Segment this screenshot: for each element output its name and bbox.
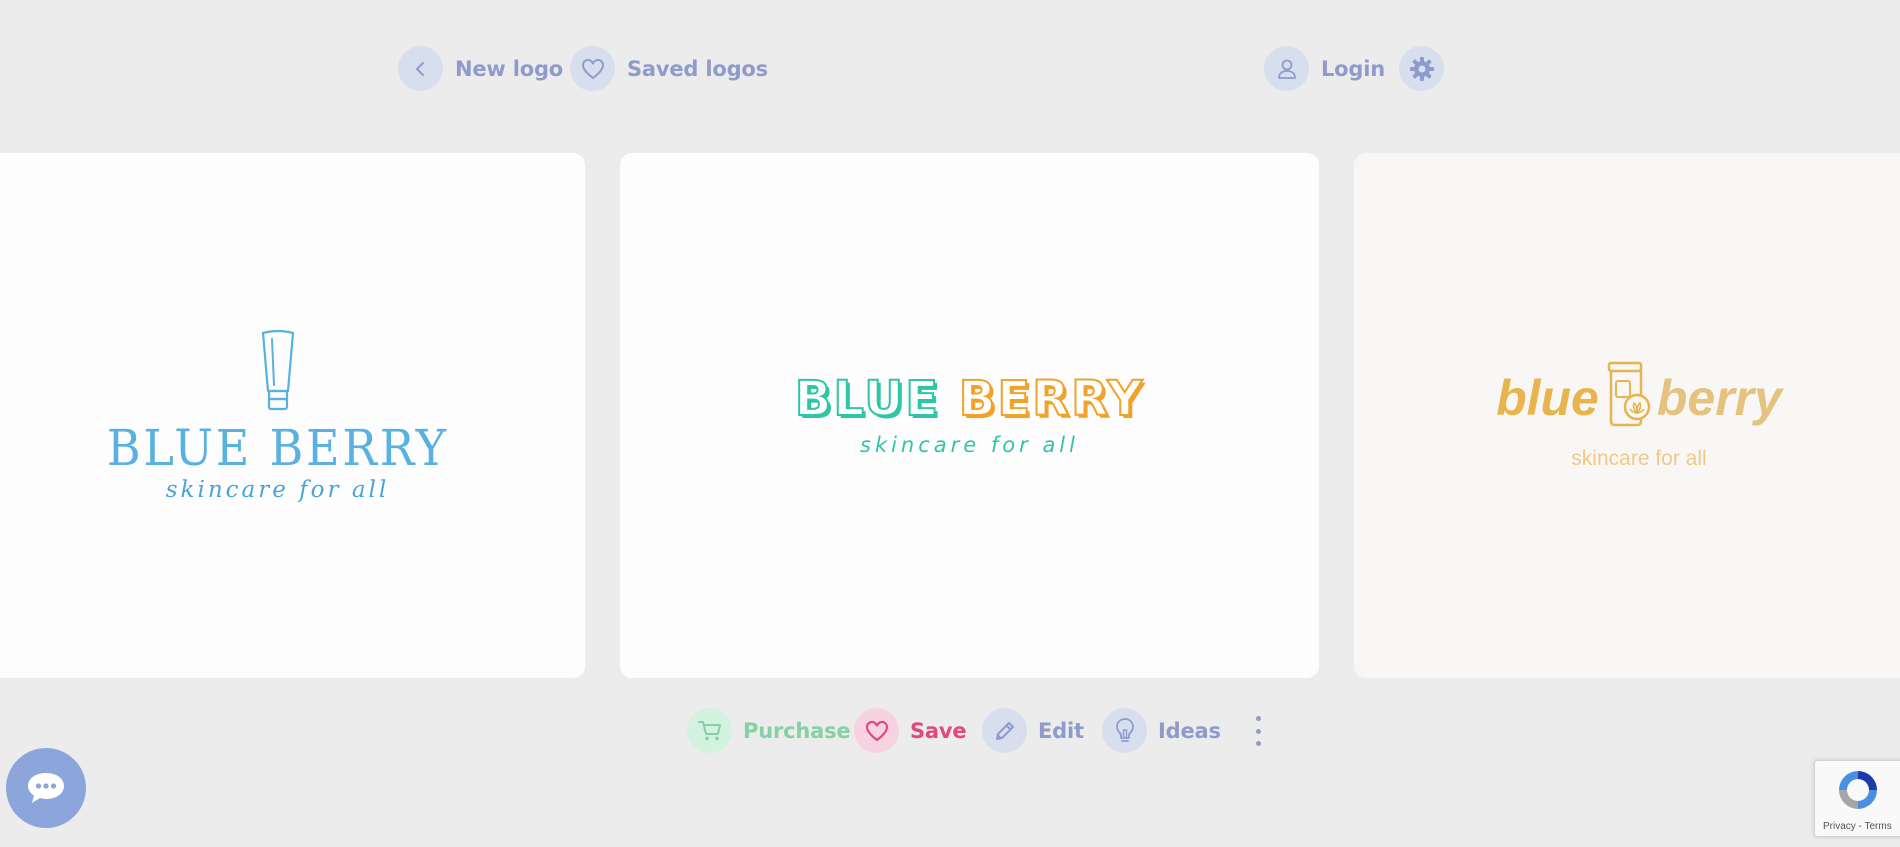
save-label: Save [910, 718, 967, 743]
save-button[interactable]: Save [854, 708, 967, 753]
edit-label: Edit [1038, 718, 1084, 743]
edit-button[interactable]: Edit [982, 708, 1084, 753]
logo-preview: BLUE BERRY skincare for all [794, 374, 1144, 457]
settings-button[interactable] [1399, 46, 1444, 91]
new-logo-label: New logo [455, 56, 564, 81]
recaptcha-icon [1839, 771, 1877, 809]
top-navigation: New logo Saved logos Login [0, 45, 1900, 93]
recaptcha-badge[interactable]: Privacy - Terms [1814, 760, 1900, 837]
lightbulb-icon [1102, 708, 1147, 753]
chevron-left-icon [398, 46, 443, 91]
logo-action-bar: Purchase Save Edit Ideas [0, 708, 1900, 754]
logo-name: BLUE BERRY [106, 418, 449, 477]
kebab-dot [1255, 716, 1261, 721]
purchase-button[interactable]: Purchase [687, 708, 851, 753]
logo-name-part1: blue [1496, 369, 1599, 426]
logo-name-part2: berry [1656, 369, 1782, 426]
heart-icon [854, 708, 899, 753]
logo-preview: blue berry skincare for all [1496, 361, 1782, 471]
user-icon [1264, 46, 1309, 91]
saved-logos-label: Saved logos [627, 56, 768, 81]
purchase-label: Purchase [743, 718, 851, 743]
recaptcha-links[interactable]: Privacy - Terms [1823, 821, 1892, 832]
login-button[interactable]: Login [1264, 46, 1385, 91]
kebab-dot [1255, 728, 1261, 734]
logo-tagline: skincare for all [860, 432, 1079, 457]
gear-icon [1399, 46, 1444, 91]
pencil-icon [982, 708, 1027, 753]
cart-icon [687, 708, 732, 753]
logo-tagline: skincare for all [165, 476, 390, 503]
logo-name: BLUE BERRY [794, 374, 1144, 424]
logo-name-part1: BLUE [794, 370, 941, 427]
cosmetic-tube-icon [261, 329, 294, 410]
logo-card-left[interactable]: BLUE BERRY skincare for all [0, 153, 585, 678]
skincare-jar-icon [1607, 361, 1651, 426]
logo-card-right[interactable]: blue berry skincare for all [1354, 153, 1900, 678]
logo-preview: BLUE BERRY skincare for all [92, 329, 464, 503]
logo-card-center[interactable]: BLUE BERRY skincare for all [620, 153, 1319, 678]
heart-icon [570, 46, 615, 91]
saved-logos-button[interactable]: Saved logos [570, 46, 768, 91]
ideas-label: Ideas [1158, 718, 1221, 743]
ideas-button[interactable]: Ideas [1102, 708, 1221, 753]
chat-widget-button[interactable] [6, 748, 86, 828]
logo-name-part2: BERRY [958, 370, 1145, 427]
chat-icon [28, 773, 64, 803]
logo-tagline: skincare for all [1571, 446, 1707, 470]
more-vertical-icon[interactable] [1251, 716, 1265, 746]
login-label: Login [1321, 56, 1385, 81]
new-logo-button[interactable]: New logo [398, 46, 563, 91]
kebab-dot [1255, 741, 1261, 746]
